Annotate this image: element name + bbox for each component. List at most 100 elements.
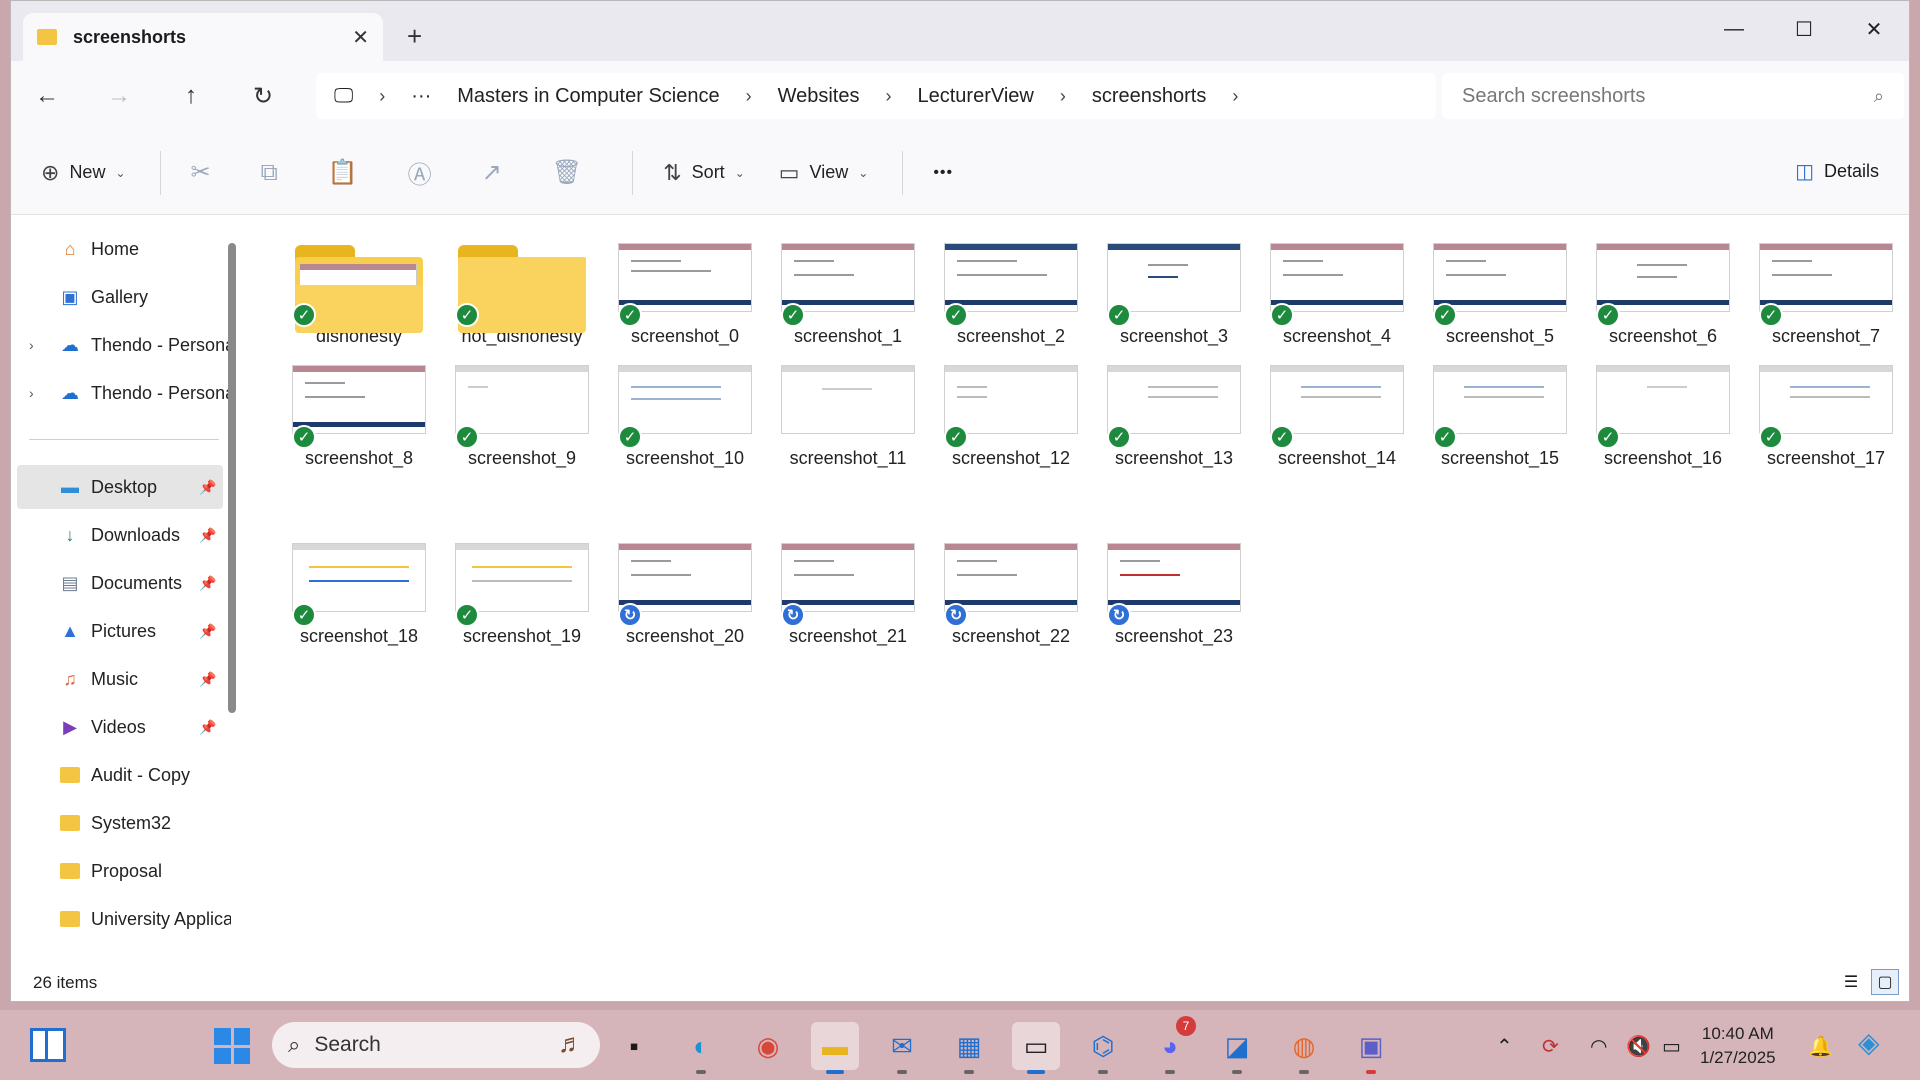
sidebar-item-documents[interactable]: ▤ Documents 📌 bbox=[11, 561, 221, 605]
pin-icon[interactable]: 📌 bbox=[199, 527, 216, 544]
image-item-screenshot-16[interactable]: ✓ screenshot_16 bbox=[1588, 349, 1738, 469]
sidebar-item-downloads[interactable]: ↓ Downloads 📌 bbox=[11, 513, 221, 557]
sidebar-item-university-applications[interactable]: University Applications bbox=[11, 897, 231, 941]
image-item-screenshot-21[interactable]: ↻ screenshot_21 bbox=[773, 527, 923, 647]
battery-icon[interactable]: ▭ bbox=[1662, 1034, 1681, 1059]
chrome-icon[interactable]: ◉ bbox=[744, 1022, 792, 1070]
large-icons-view-icon[interactable]: ▢ bbox=[1871, 969, 1899, 995]
image-item-screenshot-12[interactable]: ✓ screenshot_12 bbox=[936, 349, 1086, 469]
image-item-screenshot-5[interactable]: ✓ screenshot_5 bbox=[1425, 227, 1575, 347]
new-tab-button[interactable]: + bbox=[407, 21, 422, 52]
discord-icon[interactable]: ◕ 7 bbox=[1146, 1016, 1196, 1074]
image-item-screenshot-2[interactable]: ✓ screenshot_2 bbox=[936, 227, 1086, 347]
paste-icon[interactable]: 📋 bbox=[328, 158, 358, 187]
details-button[interactable]: ◫ Details bbox=[1795, 159, 1879, 184]
image-item-screenshot-1[interactable]: ✓ screenshot_1 bbox=[773, 227, 923, 347]
image-item-screenshot-18[interactable]: ✓ screenshot_18 bbox=[284, 527, 434, 647]
maximize-button[interactable]: ☐ bbox=[1769, 9, 1839, 49]
chevron-right-icon[interactable]: › bbox=[885, 86, 891, 107]
chevron-right-icon[interactable]: › bbox=[746, 86, 752, 107]
pin-icon[interactable]: 📌 bbox=[199, 575, 216, 592]
new-button[interactable]: ⊕ New ⌄ bbox=[41, 160, 126, 186]
image-item-screenshot-23[interactable]: ↻ screenshot_23 bbox=[1099, 527, 1249, 647]
terminal-icon[interactable]: ▭ bbox=[1012, 1022, 1060, 1074]
sidebar-item-desktop[interactable]: ▬ Desktop 📌 bbox=[17, 465, 223, 509]
close-window-button[interactable]: ✕ bbox=[1839, 9, 1909, 49]
minimize-button[interactable]: — bbox=[1699, 9, 1769, 49]
image-item-screenshot-7[interactable]: ✓ screenshot_7 bbox=[1751, 227, 1901, 347]
chevron-right-icon[interactable]: › bbox=[379, 86, 385, 107]
sidebar-item-system32[interactable]: System32 bbox=[11, 801, 221, 845]
chevron-right-icon[interactable]: › bbox=[29, 337, 34, 353]
outlook-icon[interactable]: ◪ bbox=[1213, 1022, 1261, 1074]
delete-icon[interactable]: 🗑 bbox=[552, 158, 582, 187]
volume-muted-icon[interactable]: 🔇 bbox=[1626, 1034, 1651, 1059]
pin-icon[interactable]: 📌 bbox=[199, 671, 216, 688]
image-item-screenshot-9[interactable]: ✓ screenshot_9 bbox=[447, 349, 597, 469]
chevron-right-icon[interactable]: › bbox=[1232, 86, 1238, 107]
breadcrumb-masters[interactable]: Masters in Computer Science bbox=[457, 85, 719, 108]
sidebar-item-pictures[interactable]: ▲ Pictures 📌 bbox=[11, 609, 221, 653]
image-item-screenshot-14[interactable]: ✓ screenshot_14 bbox=[1262, 349, 1412, 469]
up-button[interactable]: ↑ bbox=[155, 71, 227, 121]
image-item-screenshot-13[interactable]: ✓ screenshot_13 bbox=[1099, 349, 1249, 469]
image-item-screenshot-22[interactable]: ↻ screenshot_22 bbox=[936, 527, 1086, 647]
tab-screenshorts[interactable]: screenshorts ✕ bbox=[23, 13, 383, 61]
sync-icon[interactable]: ⟳ bbox=[1542, 1034, 1559, 1059]
pin-icon[interactable]: 📌 bbox=[199, 479, 216, 496]
back-button[interactable]: ← bbox=[11, 71, 83, 121]
breadcrumb-ellipsis[interactable]: ··· bbox=[411, 85, 431, 108]
copy-icon[interactable]: ⧉ bbox=[261, 159, 278, 187]
image-item-screenshot-15[interactable]: ✓ screenshot_15 bbox=[1425, 349, 1575, 469]
image-item-screenshot-3[interactable]: ✓ screenshot_3 bbox=[1099, 227, 1249, 347]
image-item-screenshot-6[interactable]: ✓ screenshot_6 bbox=[1588, 227, 1738, 347]
sidebar-item-onedrive-1[interactable]: › ☁ Thendo - Personal bbox=[11, 323, 231, 367]
store-icon[interactable]: ▦ bbox=[945, 1022, 993, 1074]
image-item-screenshot-11[interactable]: screenshot_11 bbox=[773, 349, 923, 469]
taskbar-search[interactable]: ⌕ Search ♬ bbox=[272, 1022, 600, 1068]
sidebar-item-gallery[interactable]: ▣ Gallery bbox=[11, 275, 221, 319]
image-item-screenshot-8[interactable]: ✓ screenshot_8 bbox=[284, 349, 434, 469]
image-item-screenshot-0[interactable]: ✓ screenshot_0 bbox=[610, 227, 760, 347]
sidebar-item-music[interactable]: ♫ Music 📌 bbox=[11, 657, 221, 701]
start-button[interactable] bbox=[214, 1028, 250, 1064]
forward-button[interactable]: → bbox=[83, 71, 155, 121]
chevron-right-icon[interactable]: › bbox=[29, 385, 34, 401]
edge-icon[interactable]: ◐ bbox=[677, 1022, 725, 1074]
view-button[interactable]: ▭ View ⌄ bbox=[779, 160, 869, 186]
image-item-screenshot-19[interactable]: ✓ screenshot_19 bbox=[447, 527, 597, 647]
cut-icon[interactable]: ✂ bbox=[191, 158, 211, 187]
image-item-screenshot-20[interactable]: ↻ screenshot_20 bbox=[610, 527, 760, 647]
refresh-button[interactable]: ↻ bbox=[227, 71, 299, 121]
share-icon[interactable]: ↗ bbox=[482, 158, 502, 187]
mail-icon[interactable]: ✉ bbox=[878, 1022, 926, 1074]
close-tab-icon[interactable]: ✕ bbox=[352, 25, 369, 50]
chevron-up-icon[interactable]: ⌃ bbox=[1496, 1034, 1513, 1059]
wifi-icon[interactable]: ◠ bbox=[1590, 1034, 1607, 1059]
breadcrumb-lecturerview[interactable]: LecturerView bbox=[917, 85, 1033, 108]
pin-icon[interactable]: 📌 bbox=[199, 719, 216, 736]
firefox-icon[interactable]: ◍ bbox=[1280, 1022, 1328, 1074]
image-item-screenshot-17[interactable]: ✓ screenshot_17 bbox=[1751, 349, 1901, 469]
sort-button[interactable]: ⇅ Sort ⌄ bbox=[663, 160, 745, 186]
sidebar-item-proposal[interactable]: Proposal bbox=[11, 849, 221, 893]
chevron-right-icon[interactable]: › bbox=[1060, 86, 1066, 107]
sidebar-item-audit-copy[interactable]: Audit - Copy bbox=[11, 753, 221, 797]
sidebar-item-videos[interactable]: ▶ Videos 📌 bbox=[11, 705, 221, 749]
clock[interactable]: 10:40 AM 1/27/2025 bbox=[1700, 1022, 1776, 1070]
file-explorer-icon[interactable]: ▬ bbox=[811, 1022, 859, 1074]
folder-item-not-dishonesty[interactable]: ✓ not_dishonesty bbox=[447, 227, 597, 347]
teams-icon[interactable]: ▣ bbox=[1347, 1022, 1395, 1074]
image-item-screenshot-10[interactable]: ✓ screenshot_10 bbox=[610, 349, 760, 469]
list-view-icon[interactable]: ☰ bbox=[1837, 969, 1865, 995]
sidebar-item-onedrive-2[interactable]: › ☁ Thendo - Personal bbox=[11, 371, 231, 415]
this-pc-icon[interactable]: 🖵 bbox=[334, 85, 353, 108]
notifications-icon[interactable]: 🔔 bbox=[1808, 1034, 1833, 1059]
copilot-icon[interactable]: ◈ bbox=[1858, 1026, 1880, 1059]
pin-icon[interactable]: 📌 bbox=[199, 623, 216, 640]
folder-item-dishonesty[interactable]: ✓ dishonesty bbox=[284, 227, 434, 347]
rename-icon[interactable]: Ⓐ bbox=[408, 155, 432, 190]
sidebar-scrollbar[interactable] bbox=[228, 243, 236, 713]
widgets-icon[interactable] bbox=[30, 1028, 66, 1062]
search-input[interactable]: Search screenshorts ⌕ bbox=[1442, 73, 1904, 119]
